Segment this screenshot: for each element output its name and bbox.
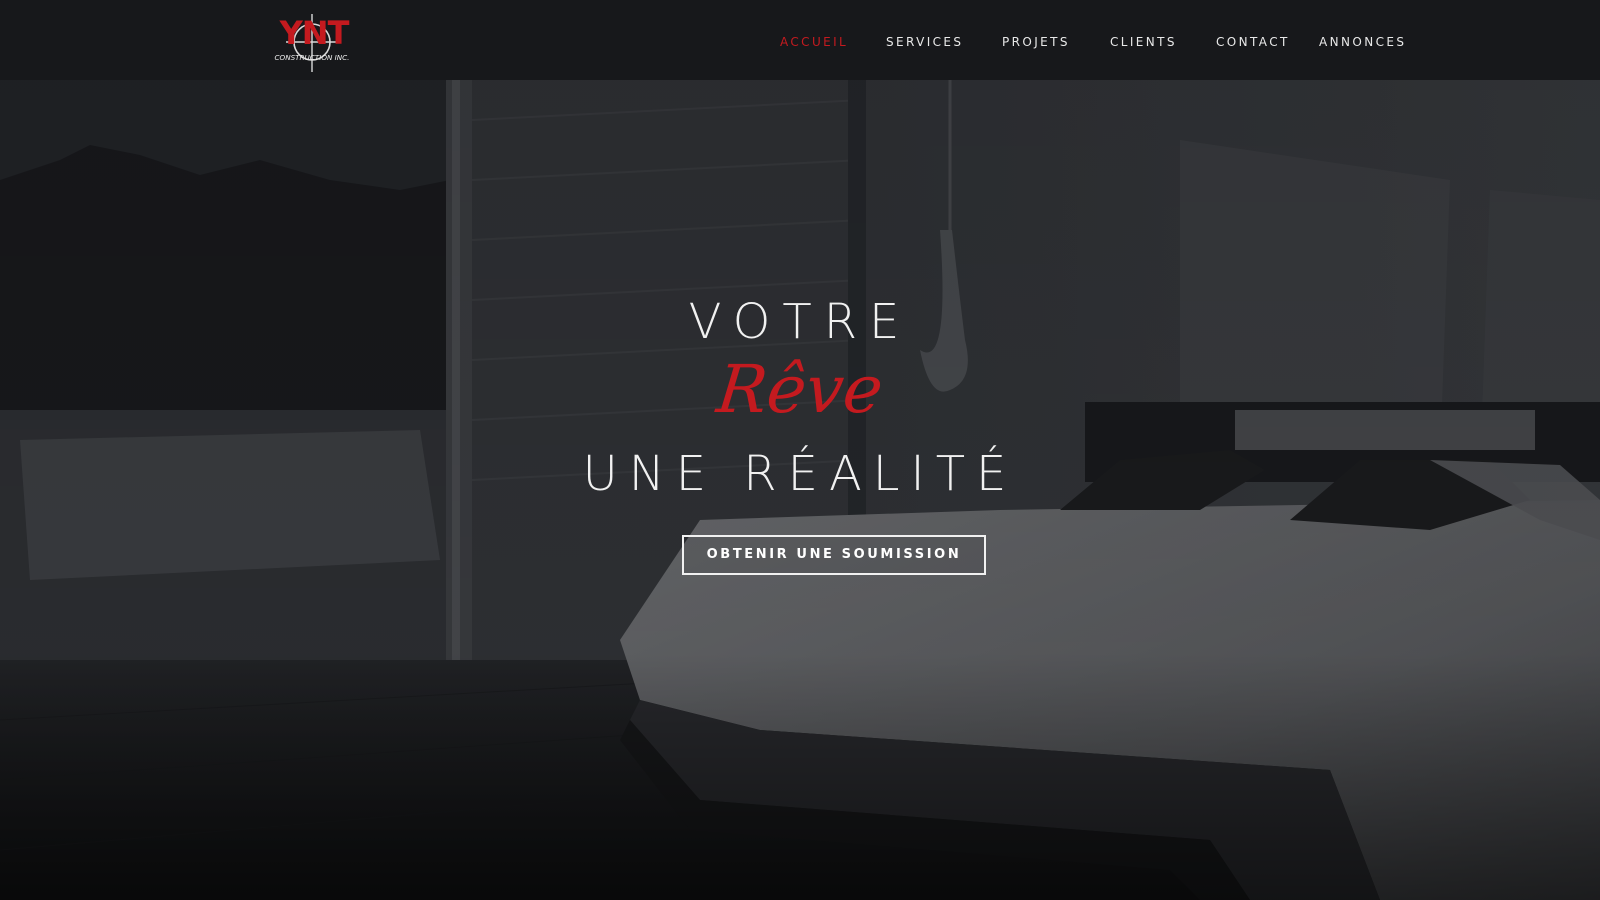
nav-item-clients[interactable]: CLIENTS [1110,32,1177,52]
hero-section: VOTRE Rêve UNE RÉALITÉ OBTENIR UNE SOUMI… [0,80,1600,900]
nav-item-services[interactable]: SERVICES [886,32,963,52]
main-nav: ACCUEIL SERVICES PROJETS CLIENTS CONTACT… [0,32,1600,52]
hero-title-line-3: UNE RÉALITÉ [582,446,1018,502]
nav-item-projets[interactable]: PROJETS [1002,32,1070,52]
nav-item-contact[interactable]: CONTACT [1216,32,1290,52]
logo-text-sub: CONSTRUCTION INC. [275,53,350,62]
hero-title-script: Rêve [713,351,887,428]
site-header: YNT CONSTRUCTION INC. ACCUEIL SERVICES P… [0,0,1600,80]
page: YNT CONSTRUCTION INC. ACCUEIL SERVICES P… [0,0,1600,900]
hero-content: VOTRE Rêve UNE RÉALITÉ OBTENIR UNE SOUMI… [0,80,1600,900]
get-quote-button[interactable]: OBTENIR UNE SOUMISSION [682,535,986,575]
nav-item-annonces[interactable]: ANNONCES [1319,32,1406,52]
nav-item-accueil[interactable]: ACCUEIL [780,32,848,52]
hero-title-line-1: VOTRE [688,294,912,350]
